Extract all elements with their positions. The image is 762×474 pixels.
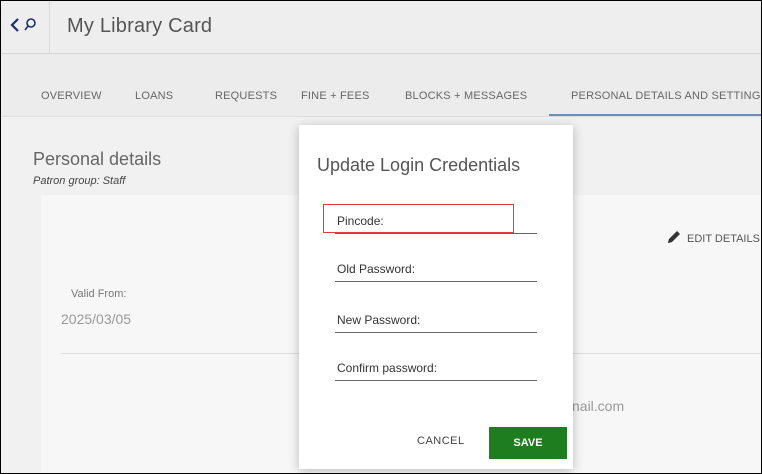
old-password-input[interactable]	[335, 262, 537, 280]
chevron-left-icon	[9, 17, 21, 38]
new-password-underline	[335, 332, 537, 333]
update-credentials-dialog: Update Login Credentials Pincode: Old Pa…	[299, 125, 573, 469]
top-bar: My Library Card	[1, 1, 761, 54]
tab-loans[interactable]: LOANS	[135, 90, 173, 102]
old-password-field: Old Password:	[335, 262, 537, 282]
tab-personal-details[interactable]: PERSONAL DETAILS AND SETTINGS	[571, 90, 761, 102]
personal-details-heading: Personal details	[33, 149, 162, 169]
app-window: My Library Card OVERVIEW LOANS REQUESTS …	[0, 0, 762, 474]
old-password-underline	[335, 281, 537, 282]
edit-details-button[interactable]: EDIT DETAILS	[665, 229, 760, 248]
confirm-password-underline	[335, 380, 537, 381]
pencil-icon	[665, 229, 683, 248]
pincode-field: Pincode:	[335, 214, 537, 234]
dialog-title: Update Login Credentials	[317, 155, 521, 175]
edit-details-label: EDIT DETAILS	[687, 232, 760, 245]
back-button[interactable]	[9, 15, 45, 39]
tab-requests[interactable]: REQUESTS	[215, 90, 277, 102]
new-password-field: New Password:	[335, 313, 537, 333]
confirm-password-field: Confirm password:	[335, 361, 537, 381]
tab-bar: OVERVIEW LOANS REQUESTS FINE + FEES BLOC…	[1, 54, 761, 117]
email-value: nail.com	[572, 398, 625, 414]
valid-from-label: Valid From:	[71, 288, 127, 300]
pincode-input[interactable]	[335, 214, 537, 232]
search-icon	[23, 17, 37, 38]
page-title: My Library Card	[67, 15, 213, 37]
valid-from-value: 2025/03/05	[61, 311, 132, 327]
patron-group-label: Patron group: Staff	[33, 175, 126, 187]
confirm-password-input[interactable]	[335, 361, 537, 379]
header-divider	[49, 1, 50, 53]
tab-overview[interactable]: OVERVIEW	[41, 90, 102, 102]
new-password-input[interactable]	[335, 313, 537, 331]
tab-blocks-messages[interactable]: BLOCKS + MESSAGES	[405, 90, 527, 102]
pincode-underline	[335, 233, 537, 234]
cancel-button[interactable]: CANCEL	[417, 435, 465, 447]
tab-fine-fees[interactable]: FINE + FEES	[301, 90, 370, 102]
active-tab-indicator	[549, 114, 761, 116]
save-button[interactable]: SAVE	[489, 427, 567, 459]
